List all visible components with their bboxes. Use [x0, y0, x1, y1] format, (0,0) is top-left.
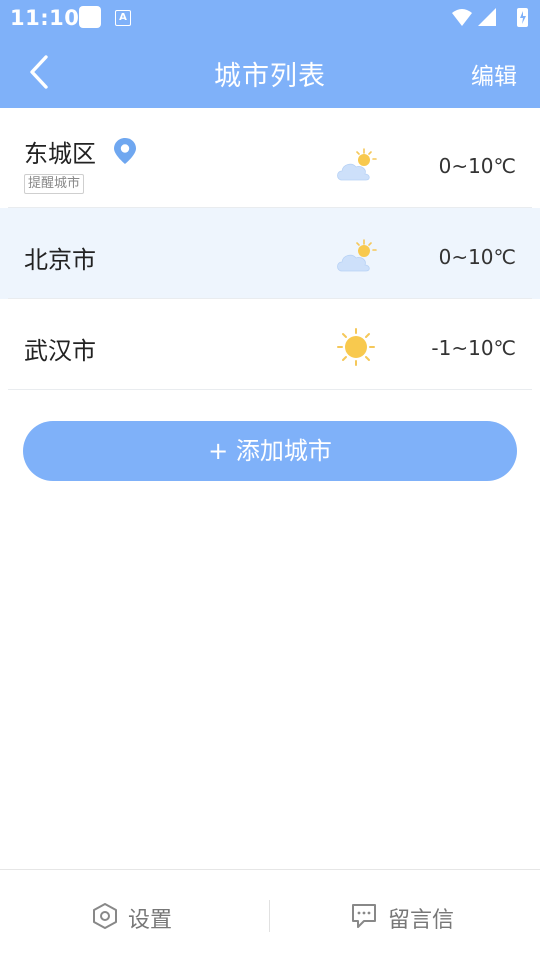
city-name: 武汉市 [24, 337, 96, 365]
partly-cloudy-icon [337, 148, 377, 181]
message-icon [352, 904, 376, 928]
notification-icon [79, 6, 101, 28]
messages-label: 留言信 [388, 908, 455, 933]
city-row-wuhan[interactable]: 武汉市 -1~10℃ [0, 299, 540, 390]
signal-icon [478, 8, 496, 26]
status-time: 11:10 [10, 6, 80, 30]
settings-label: 设置 [128, 908, 173, 933]
city-row-beijing[interactable]: 北京市 0~10℃ [0, 208, 540, 299]
temperature-range: 0~10℃ [438, 154, 516, 178]
bottom-nav: 设置 留言信 [0, 869, 540, 961]
add-city-button[interactable]: + 添加城市 [23, 421, 517, 481]
status-bar: 11:10 A [0, 0, 540, 36]
nav-bar: 城市列表 编辑 [0, 36, 540, 108]
wifi-icon [452, 9, 472, 26]
city-list: 东城区 提醒城市 0~10℃ 北京市 0~10℃ 武汉市 -1~10℃ [0, 108, 540, 390]
partly-cloudy-icon [337, 239, 377, 272]
settings-tab[interactable]: 设置 [0, 870, 270, 961]
keyboard-icon: A [115, 10, 131, 26]
edit-button[interactable]: 编辑 [471, 57, 517, 91]
settings-icon [93, 903, 117, 929]
city-name: 北京市 [24, 246, 96, 274]
page-title: 城市列表 [214, 61, 326, 92]
status-icons [452, 8, 528, 27]
header-bar: 11:10 A 城市列表 编辑 [0, 0, 540, 108]
messages-tab[interactable]: 留言信 [270, 870, 540, 961]
city-row-dongcheng[interactable]: 东城区 提醒城市 0~10℃ [0, 108, 540, 208]
city-name: 东城区 [24, 140, 96, 168]
sunny-icon [337, 328, 375, 366]
temperature-range: -1~10℃ [431, 336, 516, 360]
reminder-city-badge: 提醒城市 [24, 174, 85, 194]
location-pin-icon [114, 138, 136, 164]
temperature-range: 0~10℃ [438, 245, 516, 269]
